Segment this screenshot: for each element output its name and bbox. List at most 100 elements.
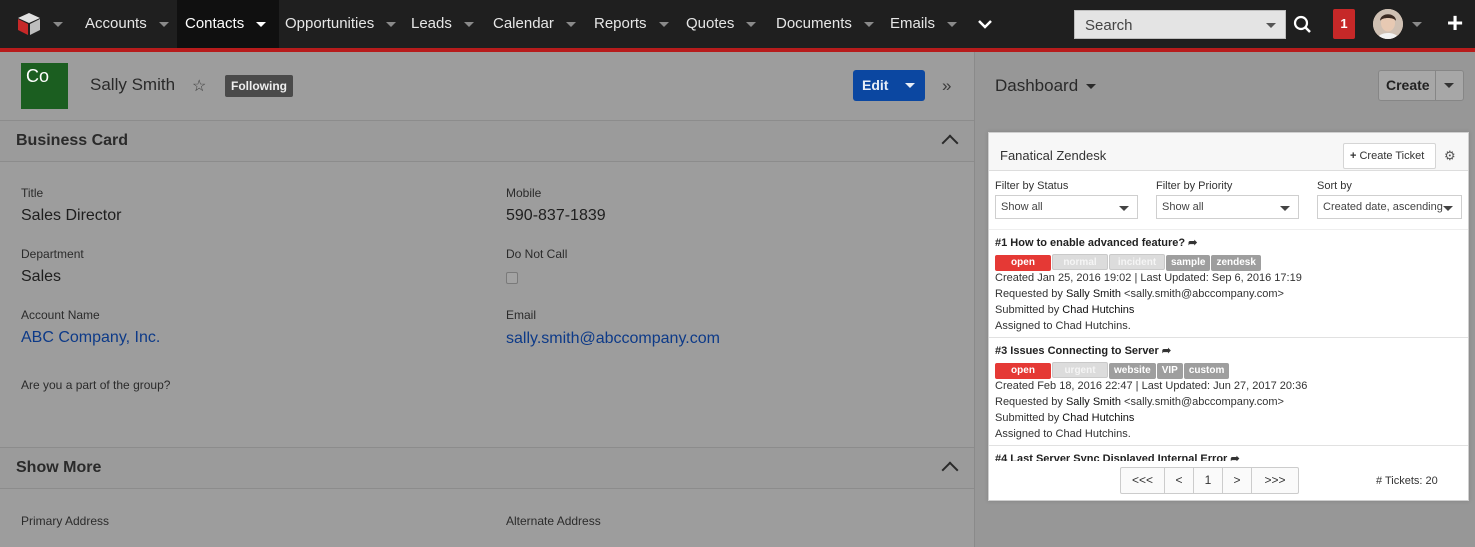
zendesk-dashlet: Fanatical Zendesk + Create Ticket ⚙ Filt…: [988, 132, 1469, 501]
ticket-item[interactable]: #4 Last Server Sync Displayed Internal E…: [989, 446, 1468, 461]
priority-filter-label: Filter by Priority: [1156, 180, 1233, 192]
quick-create-plus-icon[interactable]: +: [1444, 9, 1466, 39]
button-divider: [1435, 71, 1436, 100]
department-label: Department: [21, 247, 84, 261]
current-page[interactable]: 1: [1194, 468, 1223, 493]
search-icon[interactable]: [1290, 10, 1316, 39]
ticket-dates: Created Feb 18, 2016 22:47 | Last Update…: [995, 380, 1308, 392]
prev-page-button[interactable]: <: [1165, 468, 1194, 493]
show-more-title: Show More: [16, 459, 102, 476]
nav-leads[interactable]: Leads: [403, 0, 482, 48]
title-value[interactable]: Sales Director: [21, 207, 121, 225]
priority-filter-select[interactable]: Show all: [1156, 195, 1299, 219]
ticket-list[interactable]: #1 How to enable advanced feature? ➦ open…: [989, 229, 1468, 461]
ticket-assignee: Assigned to Chad Hutchins.: [995, 320, 1131, 332]
ticket-submitter: Submitted by Chad Hutchins: [995, 412, 1135, 424]
create-button[interactable]: Create: [1378, 70, 1464, 101]
chevron-down-icon[interactable]: [746, 21, 757, 27]
more-modules-chevron-icon[interactable]: [977, 16, 993, 32]
ticket-assignee: Assigned to Chad Hutchins.: [995, 428, 1131, 440]
department-value[interactable]: Sales: [21, 268, 61, 286]
ticket-dates: Created Jan 25, 2016 19:02 | Last Update…: [995, 272, 1302, 284]
email-link[interactable]: sally.smith@abccompany.com: [506, 330, 720, 348]
mobile-value[interactable]: 590-837-1839: [506, 207, 606, 225]
ticket-tags: open normal incident sample zendesk: [995, 252, 1462, 271]
nav-documents[interactable]: Documents: [768, 0, 882, 48]
nav-contacts[interactable]: Contacts: [177, 0, 280, 48]
chevron-down-icon[interactable]: [386, 21, 397, 27]
chevron-down-icon[interactable]: [256, 21, 267, 27]
user-avatar[interactable]: [1373, 9, 1403, 39]
edit-button[interactable]: Edit: [853, 70, 925, 101]
edit-dropdown-chevron-icon[interactable]: [905, 83, 915, 88]
collapse-chevron-icon[interactable]: [941, 461, 959, 479]
chevron-down-icon[interactable]: [658, 21, 669, 27]
share-arrow-icon[interactable]: ➦: [1188, 236, 1197, 249]
search-module-chevron-icon[interactable]: [1266, 23, 1276, 28]
chevron-down-icon[interactable]: [947, 21, 958, 27]
ticket-title-link[interactable]: #4 Last Server Sync Displayed Internal E…: [995, 452, 1462, 461]
nav-emails[interactable]: Emails: [882, 0, 965, 48]
chevron-down-icon[interactable]: [863, 21, 874, 27]
dashlet-title: Fanatical Zendesk: [1000, 148, 1107, 163]
ticket-item[interactable]: #1 How to enable advanced feature? ➦ open…: [989, 230, 1468, 338]
toggle-sidebar-icon[interactable]: »: [942, 76, 951, 96]
favorite-star-icon[interactable]: ☆: [192, 76, 206, 96]
chevron-down-icon: [1443, 206, 1453, 211]
type-tag: incident: [1109, 254, 1165, 270]
share-arrow-icon[interactable]: ➦: [1162, 344, 1171, 357]
status-filter-label: Filter by Status: [995, 180, 1069, 192]
user-menu-chevron-icon[interactable]: [1412, 22, 1422, 27]
gear-icon[interactable]: ⚙: [1444, 148, 1456, 164]
business-card-header[interactable]: Business Card: [0, 120, 974, 162]
app-logo-icon[interactable]: [16, 12, 42, 36]
logo-menu-chevron-icon[interactable]: [53, 22, 63, 27]
nav-opportunities[interactable]: Opportunities: [277, 0, 404, 48]
chevron-down-icon[interactable]: [463, 21, 474, 27]
chevron-down-icon: [1119, 206, 1129, 211]
ticket-submitter: Submitted by Chad Hutchins: [995, 304, 1135, 316]
search-input[interactable]: Search: [1074, 10, 1286, 39]
priority-tag: urgent: [1052, 362, 1108, 378]
dashlet-header: Fanatical Zendesk + Create Ticket ⚙: [989, 133, 1468, 171]
share-arrow-icon[interactable]: ➦: [1230, 452, 1239, 461]
label-tag: custom: [1183, 363, 1230, 379]
alternate-address-label: Alternate Address: [506, 514, 601, 528]
collapse-chevron-icon[interactable]: [941, 134, 959, 152]
record-name: Sally Smith: [90, 75, 176, 94]
chevron-down-icon[interactable]: [565, 21, 576, 27]
chevron-down-icon[interactable]: [158, 21, 169, 27]
nav-quotes[interactable]: Quotes: [678, 0, 764, 48]
do-not-call-checkbox[interactable]: [506, 272, 518, 284]
ticket-count: # Tickets: 20: [1376, 475, 1438, 487]
do-not-call-label: Do Not Call: [506, 247, 568, 261]
nav-calendar[interactable]: Calendar: [485, 0, 584, 48]
dashboard-chevron-icon[interactable]: [1086, 84, 1097, 90]
last-page-button[interactable]: >>>: [1252, 468, 1298, 493]
nav-accounts[interactable]: Accounts: [77, 0, 177, 48]
sort-select[interactable]: Created date, ascending: [1317, 195, 1462, 219]
sort-label: Sort by: [1317, 180, 1352, 192]
first-page-button[interactable]: <<<: [1121, 468, 1165, 493]
ticket-title-link[interactable]: #1 How to enable advanced feature? ➦: [995, 236, 1462, 250]
ticket-tags: open urgent website VIP custom: [995, 360, 1462, 379]
record-avatar: Co: [21, 63, 68, 109]
ticket-requester: Requested by Sally Smith <sally.smith@ab…: [995, 396, 1284, 408]
show-more-header[interactable]: Show More: [0, 447, 974, 489]
create-dropdown-chevron-icon[interactable]: [1444, 83, 1454, 88]
notification-badge[interactable]: 1: [1333, 9, 1355, 39]
dashboard-title[interactable]: Dashboard: [995, 76, 1097, 96]
status-tag: open: [995, 255, 1051, 271]
top-navbar: Accounts Contacts Opportunities Leads Ca…: [0, 0, 1475, 48]
account-name-link[interactable]: ABC Company, Inc.: [21, 329, 160, 347]
ticket-item[interactable]: #3 Issues Connecting to Server ➦ open urge…: [989, 338, 1468, 446]
status-filter-select[interactable]: Show all: [995, 195, 1138, 219]
priority-tag: normal: [1052, 254, 1108, 270]
mobile-label: Mobile: [506, 186, 542, 200]
create-ticket-button[interactable]: + Create Ticket: [1343, 143, 1436, 169]
nav-reports[interactable]: Reports: [586, 0, 677, 48]
next-page-button[interactable]: >: [1223, 468, 1252, 493]
following-badge[interactable]: Following: [225, 75, 293, 97]
ticket-title-link[interactable]: #3 Issues Connecting to Server ➦: [995, 344, 1462, 358]
ticket-requester: Requested by Sally Smith <sally.smith@ab…: [995, 288, 1284, 300]
